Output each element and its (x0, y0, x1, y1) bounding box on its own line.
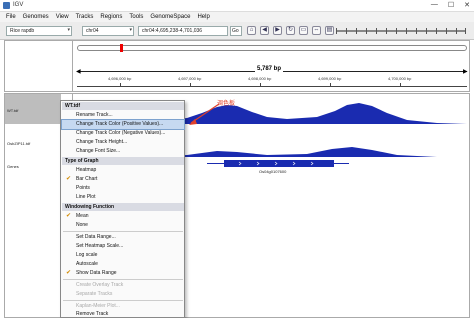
resize-icon[interactable]: ⇔ (312, 26, 321, 35)
track-context-menu: WT.tdf Rename Track... Change Track Colo… (60, 100, 185, 318)
go-button[interactable]: Go (230, 26, 242, 36)
axis-tick-label: 4,699,000 bp (318, 76, 342, 81)
window-title: IGV (13, 2, 24, 8)
popup-icon[interactable]: ▤ (325, 26, 334, 35)
axis-tick (330, 83, 331, 87)
axis-tick (400, 83, 401, 87)
menu-item-bar-chart-label: Bar Chart (76, 176, 98, 182)
title-bar: IGV — ☐ ✕ (0, 0, 474, 12)
go-button-label: Go (232, 28, 239, 34)
ruler-name-panel (5, 41, 73, 91)
menu-item-show-data-range-label: Show Data Range (76, 270, 117, 276)
axis-line (77, 86, 467, 87)
check-icon: ✔ (66, 213, 72, 219)
menu-section-graph-type: Type of Graph (62, 157, 184, 165)
check-icon: ✔ (66, 176, 72, 182)
menu-item-log-scale[interactable]: Log scale (62, 251, 184, 260)
back-icon[interactable]: ◀ (260, 26, 269, 35)
chevron-down-icon: ▾ (67, 27, 70, 33)
menu-item-change-track-height[interactable]: Change Track Height... (62, 138, 184, 147)
menu-item-none[interactable]: None (62, 221, 184, 230)
chromosome-select[interactable]: chr04 ▾ (82, 26, 134, 36)
home-icon[interactable]: ⌂ (247, 26, 256, 35)
menu-item-autoscale[interactable]: Autoscale (62, 260, 184, 269)
menu-title: WT.tdf (62, 102, 184, 110)
menu-item-change-font-size[interactable]: Change Font Size... (62, 147, 184, 156)
menu-item-heatmap[interactable]: Heatmap (62, 166, 184, 175)
forward-icon[interactable]: ▶ (273, 26, 282, 35)
check-icon: ✔ (66, 270, 72, 276)
menu-help[interactable]: Help (197, 14, 209, 20)
gene-label: Os04g0107600 (259, 169, 287, 174)
menu-item-points[interactable]: Points (62, 184, 184, 193)
minimize-button[interactable]: — (431, 1, 438, 9)
menu-tools[interactable]: Tools (129, 14, 143, 20)
menu-view[interactable]: View (56, 14, 69, 20)
track-name-osbzip11[interactable]: OsbZIP11.tdf (7, 141, 30, 146)
menu-item-rename-track[interactable]: Rename Track... (62, 111, 184, 120)
menu-item-change-color-positive[interactable]: Change Track Color (Positive Values)... (61, 119, 185, 130)
axis-tick (190, 83, 191, 87)
axis-tick-label: 4,696,000 bp (108, 76, 132, 81)
ruler-panel: ◀ ▶ 5,787 bp 4,696,000 bp 4,697,000 bp 4… (4, 40, 470, 92)
chevron-down-icon: ▾ (129, 27, 132, 33)
app-icon (3, 2, 10, 9)
menu-item-separate-tracks: Separate Tracks (76, 291, 113, 297)
toolbar: Rice rapdb ▾ chr04 ▾ chr04:4,695,238-4,7… (0, 22, 474, 40)
roi-icon[interactable]: ▭ (299, 26, 308, 35)
genome-select[interactable]: Rice rapdb ▾ (6, 26, 72, 36)
menu-item-bar-chart[interactable]: ✔ Bar Chart (62, 175, 184, 184)
track-name-panel: WT.tdf OsbZIP11.tdf Genes (5, 94, 61, 284)
axis-tick (120, 83, 121, 87)
menu-regions[interactable]: Regions (100, 14, 122, 20)
menu-item-change-color-negative[interactable]: Change Track Color (Negative Values)... (62, 129, 184, 138)
track-name-wt[interactable]: WT.tdf (7, 108, 18, 113)
locus-input[interactable]: chr04:4,695,238-4,701,036 (138, 26, 228, 36)
menu-item-mean-label: Mean (76, 213, 89, 219)
refresh-icon[interactable]: ↻ (286, 26, 295, 35)
span-label: 5,787 bp (255, 66, 284, 72)
menu-item-line-plot[interactable]: Line Plot (62, 193, 184, 202)
menu-separator (63, 279, 183, 280)
chromosome-ideogram[interactable] (77, 44, 467, 52)
axis-tick (260, 83, 261, 87)
menu-genomespace[interactable]: GenomeSpace (150, 14, 190, 20)
menu-item-create-overlay: Create Overlay Track (76, 282, 124, 288)
menu-item-show-data-range[interactable]: ✔ Show Data Range (62, 269, 184, 278)
genome-select-value: Rice rapdb (10, 28, 35, 34)
maximize-button[interactable]: ☐ (448, 1, 454, 9)
right-arrow-icon: ▶ (463, 69, 468, 75)
locus-input-value: chr04:4,695,238-4,701,036 (142, 28, 203, 34)
left-arrow-icon: ◀ (76, 69, 81, 75)
menu-genomes[interactable]: Genomes (23, 14, 49, 20)
menu-separator (63, 300, 183, 301)
axis-tick-label: 4,698,000 bp (248, 76, 272, 81)
menu-tracks[interactable]: Tracks (76, 14, 94, 20)
close-button[interactable]: ✕ (464, 1, 470, 9)
menu-section-windowing: Windowing Function (62, 203, 184, 211)
menu-item-remove-track[interactable]: Remove Track (62, 310, 184, 318)
menu-item-set-data-range[interactable]: Set Data Range... (62, 233, 184, 242)
menu-separator (63, 231, 183, 232)
menu-bar: File Genomes View Tracks Regions Tools G… (0, 12, 474, 22)
menu-item-set-heatmap-scale[interactable]: Set Heatmap Scale... (62, 242, 184, 251)
axis-tick-label: 4,697,000 bp (178, 76, 202, 81)
chromosome-select-value: chr04 (86, 28, 99, 34)
annotation-label: 调色板 (217, 101, 236, 107)
track-name-genes[interactable]: Genes (7, 164, 19, 169)
current-region-marker (120, 44, 123, 52)
zoom-slider[interactable] (336, 28, 466, 34)
menu-item-mean[interactable]: ✔ Mean (62, 212, 184, 221)
axis-tick-label: 4,700,000 bp (388, 76, 412, 81)
menu-file[interactable]: File (6, 14, 16, 20)
